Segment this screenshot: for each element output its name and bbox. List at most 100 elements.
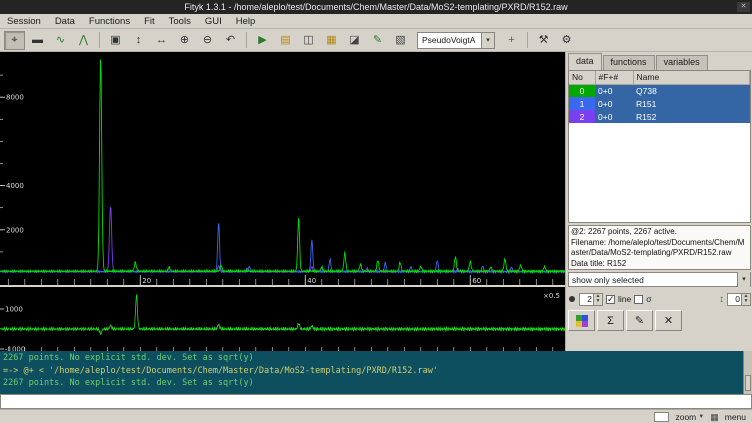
menu-tools[interactable]: Tools <box>162 14 198 29</box>
save-session-icon[interactable]: ◫ <box>298 31 319 50</box>
previous-zoom-icon[interactable]: ↶ <box>220 31 241 50</box>
function-type-value: PseudoVoigtA <box>422 35 475 45</box>
sigma-checkbox[interactable] <box>634 295 643 304</box>
menu-functions[interactable]: Functions <box>82 14 137 29</box>
info-line: Filename: /home/aleplo/test/Documents/Ch… <box>571 238 748 259</box>
info-line: Data title: R152 <box>571 259 748 270</box>
console-lines: 2267 points. No explicit std. dev. Set a… <box>3 352 749 390</box>
tab-data[interactable]: data <box>568 53 602 70</box>
main-plot[interactable]: 200040008000204060 <box>0 52 565 285</box>
delete-dataset-button[interactable]: ✕ <box>655 310 682 331</box>
toolbar-group-right: + ⚒⚙ <box>500 31 578 50</box>
shift-spinner[interactable]: 0 ▲▼ <box>727 293 751 306</box>
toolbar-group-left: ⌖▬∿⋀ ▣↕↔⊕⊖↶ ▶▤◫▦◪✎▧ <box>3 31 412 50</box>
svg-text:60: 60 <box>472 277 481 285</box>
console-line: 2267 points. No explicit std. dev. Set a… <box>3 352 749 365</box>
chevron-down-icon[interactable]: ▾ <box>737 272 750 287</box>
load-data-icon[interactable]: ▦ <box>321 31 342 50</box>
dataset-name: R152 <box>633 110 750 123</box>
data-range-mode-icon[interactable]: ▬ <box>27 31 48 50</box>
console-line: 2267 points. No explicit std. dev. Set a… <box>3 377 749 390</box>
open-session-icon[interactable]: ▤ <box>275 31 296 50</box>
main-plot-canvas: 200040008000204060 <box>0 52 565 285</box>
chevron-down-icon: ▼ <box>698 414 704 420</box>
point-size-icon <box>569 296 575 302</box>
svg-text:4000: 4000 <box>6 182 24 190</box>
menu-session[interactable]: Session <box>0 14 48 29</box>
plot-menu-button[interactable]: menu <box>725 412 746 422</box>
toolbar-separator <box>99 32 100 48</box>
chevron-down-icon[interactable]: ▾ <box>481 33 494 48</box>
scrollbar-thumb[interactable] <box>745 375 751 391</box>
zoom-out-icon[interactable]: ⊖ <box>197 31 218 50</box>
point-size-value: 2 <box>580 294 593 305</box>
tab-variables[interactable]: variables <box>656 55 708 70</box>
sum-button[interactable]: Σ <box>597 310 624 331</box>
add-peak-mode-icon[interactable]: ⋀ <box>73 31 94 50</box>
auto-add-peak-icon[interactable]: + <box>501 31 522 50</box>
svg-text:1000: 1000 <box>5 306 23 314</box>
point-size-spinner[interactable]: 2 ▲▼ <box>579 293 603 306</box>
console-scrollbar[interactable] <box>743 351 752 394</box>
spinner-arrows-icon[interactable]: ▲▼ <box>741 294 750 305</box>
plot-panel: 200040008000204060 1000-1000×0.5 <box>0 52 565 351</box>
zoom-dropdown[interactable]: zoom ▼ <box>675 412 704 422</box>
shift-value: 0 <box>728 294 741 305</box>
table-row[interactable]: 00+0Q738 <box>569 84 750 97</box>
zoom-horizontal-icon[interactable]: ↔ <box>151 31 172 50</box>
menu-gui[interactable]: GUI <box>198 14 229 29</box>
zoom-mode-icon[interactable]: ⌖ <box>4 31 25 50</box>
tab-functions[interactable]: functions <box>603 55 655 70</box>
plot-grid-icon[interactable]: ▦ <box>710 412 719 422</box>
column-header: No <box>569 71 595 84</box>
baseline-mode-icon[interactable]: ∿ <box>50 31 71 50</box>
line-checkbox[interactable] <box>606 295 615 304</box>
aux-plot[interactable]: 1000-1000×0.5 <box>0 287 565 351</box>
column-header: Name <box>633 71 750 84</box>
menu-data[interactable]: Data <box>48 14 82 29</box>
column-header: #F+# <box>595 71 633 84</box>
zoom-vertical-icon[interactable]: ↕ <box>128 31 149 50</box>
save-data-icon[interactable]: ◪ <box>344 31 365 50</box>
info-line: @2: 2267 points, 2267 active. <box>571 227 748 238</box>
filter-dropdown[interactable]: show only selected ▾ <box>568 272 751 287</box>
dataset-color-swatch: 0 <box>569 84 595 97</box>
dataset-table[interactable]: No#F+#Name 00+0Q73810+0R15120+0R152 <box>568 70 751 223</box>
console-line: =-> @+ < '/home/aleplo/test/Documents/Ch… <box>3 365 749 378</box>
shift-arrows-icon: ↕ <box>719 294 724 305</box>
spinner-arrows-icon[interactable]: ▲▼ <box>593 294 602 305</box>
fit-settings-icon[interactable]: ⚙ <box>556 31 577 50</box>
dataset-funcs: 0+0 <box>595 84 633 97</box>
table-row[interactable]: 10+0R151 <box>569 97 750 110</box>
svg-text:20: 20 <box>142 277 151 285</box>
menu-fit[interactable]: Fit <box>137 14 162 29</box>
svg-text:8000: 8000 <box>6 94 24 102</box>
table-row[interactable]: 20+0R152 <box>569 110 750 123</box>
command-input[interactable] <box>0 394 752 409</box>
sidebar: datafunctionsvariables No#F+#Name 00+0Q7… <box>565 52 752 351</box>
console-output[interactable]: 2267 points. No explicit std. dev. Set a… <box>0 351 752 394</box>
zoom-in-icon[interactable]: ⊕ <box>174 31 195 50</box>
svg-text:40: 40 <box>307 277 316 285</box>
titlebar[interactable]: Fityk 1.3.1 - /home/aleplo/test/Document… <box>0 0 752 14</box>
edit-data-icon[interactable]: ✎ <box>367 31 388 50</box>
aux-plot-canvas: 1000-1000×0.5 <box>0 287 565 351</box>
data-colors-button[interactable] <box>568 310 595 331</box>
data-export-icon[interactable]: ▧ <box>390 31 411 50</box>
dataset-name: Q738 <box>633 84 750 97</box>
function-type-dropdown[interactable]: PseudoVoigtA ▾ <box>417 32 495 49</box>
menu-label: menu <box>725 412 746 422</box>
sidebar-buttons: Σ✎✕ <box>568 310 682 332</box>
edit-transform-button[interactable]: ✎ <box>626 310 653 331</box>
execute-script-icon[interactable]: ▶ <box>252 31 273 50</box>
application-window: Fityk 1.3.1 - /home/aleplo/test/Document… <box>0 0 752 423</box>
sidebar-tabs: datafunctionsvariables <box>566 52 752 70</box>
status-field <box>654 412 669 422</box>
dataset-funcs: 0+0 <box>595 97 633 110</box>
close-icon[interactable]: ✕ <box>737 2 750 12</box>
sigma-checkbox-label: σ <box>646 294 651 304</box>
svg-text:×0.5: ×0.5 <box>543 292 560 300</box>
run-fit-icon[interactable]: ⚒ <box>533 31 554 50</box>
zoom-all-icon[interactable]: ▣ <box>105 31 126 50</box>
menu-help[interactable]: Help <box>229 14 263 29</box>
